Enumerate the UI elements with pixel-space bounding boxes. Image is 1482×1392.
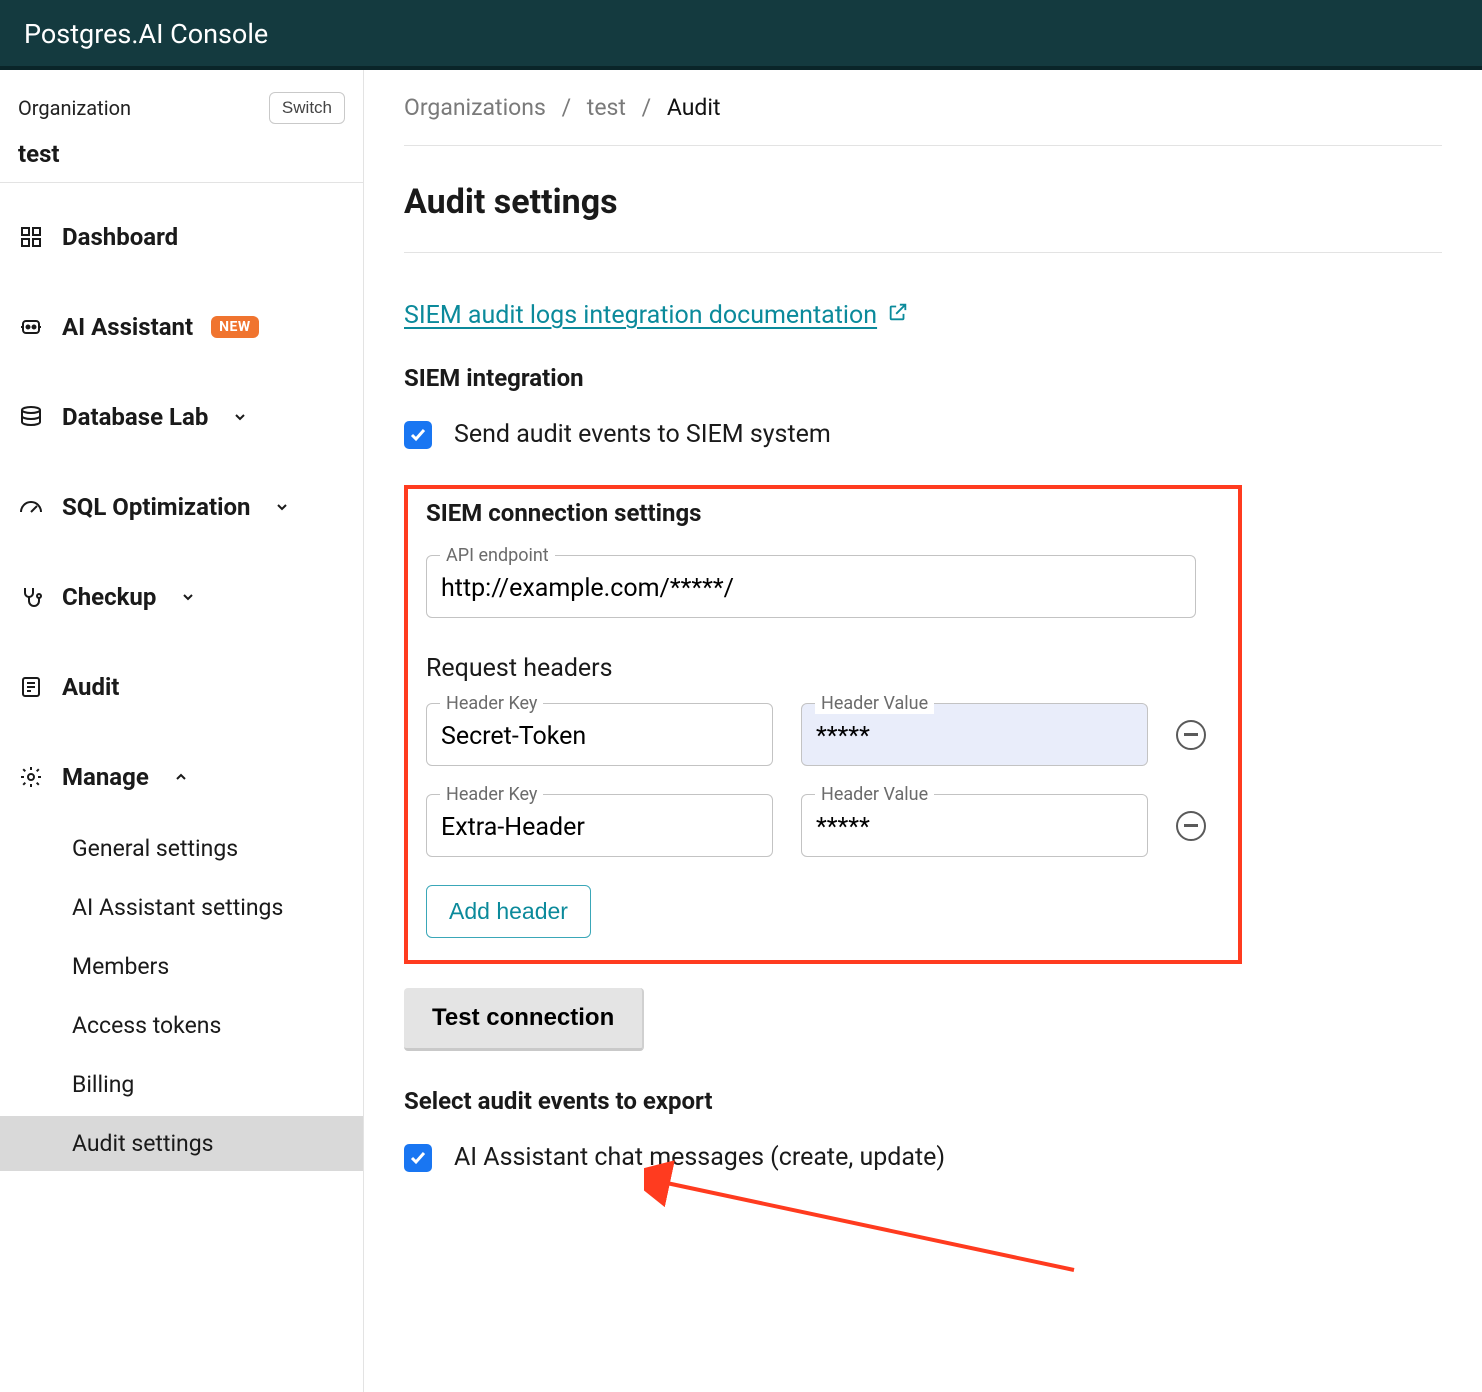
event-ai-chat-checkbox[interactable] (404, 1144, 432, 1172)
header-value-field: Header Value (801, 794, 1148, 857)
header-row-1: Header Key Header Value (426, 794, 1206, 857)
database-icon (18, 404, 44, 430)
header-value-field: Header Value (801, 703, 1148, 766)
breadcrumb-sep: / (642, 94, 652, 121)
test-connection-button[interactable]: Test connection (404, 988, 644, 1051)
breadcrumb-organizations[interactable]: Organizations (404, 94, 546, 121)
chevron-down-icon (232, 403, 248, 431)
header-row-0: Header Key Header Value (426, 703, 1206, 766)
sidebar-nav: Dashboard AI Assistant NEW Database Lab (0, 183, 363, 1175)
sidebar-item-label: Database Lab (62, 403, 208, 431)
breadcrumb-sep: / (562, 94, 572, 121)
stethoscope-icon (18, 584, 44, 610)
api-endpoint-label: API endpoint (440, 545, 555, 566)
sidebar-item-label: Audit (62, 673, 119, 701)
doc-link-text: SIEM audit logs integration documentatio… (404, 301, 877, 330)
external-link-icon (887, 301, 909, 330)
subnav-audit-settings[interactable]: Audit settings (0, 1116, 363, 1171)
chevron-up-icon (173, 763, 189, 791)
siem-connection-settings-box: SIEM connection settings API endpoint Re… (404, 485, 1242, 964)
header-key-label: Header Key (440, 693, 543, 714)
sidebar-item-database-lab[interactable]: Database Lab (0, 387, 363, 447)
breadcrumb-current: Audit (667, 94, 721, 121)
annotation-arrow-icon (644, 1160, 1094, 1280)
sidebar-item-label: AI Assistant (62, 313, 193, 341)
event-ai-chat-label: AI Assistant chat messages (create, upda… (454, 1143, 945, 1172)
breadcrumb: Organizations / test / Audit (404, 94, 1442, 146)
sidebar-item-checkup[interactable]: Checkup (0, 567, 363, 627)
send-events-row: Send audit events to SIEM system (404, 420, 1442, 449)
subnav-ai-assistant-settings[interactable]: AI Assistant settings (72, 880, 363, 935)
send-events-label: Send audit events to SIEM system (454, 420, 831, 449)
header-key-field: Header Key (426, 794, 773, 857)
header-key-label: Header Key (440, 784, 543, 805)
gear-icon (18, 764, 44, 790)
sidebar-item-audit[interactable]: Audit (0, 657, 363, 717)
chevron-down-icon (274, 493, 290, 521)
remove-header-button[interactable] (1176, 720, 1206, 750)
siem-integration-label: SIEM integration (404, 364, 1442, 392)
header-value-label: Header Value (815, 784, 934, 805)
app-header: Postgres.AI Console (0, 0, 1482, 70)
sidebar-item-ai-assistant[interactable]: AI Assistant NEW (0, 297, 363, 357)
sidebar-item-label: Checkup (62, 583, 156, 611)
subnav-general-settings[interactable]: General settings (72, 821, 363, 876)
sidebar-item-dashboard[interactable]: Dashboard (0, 207, 363, 267)
subnav-access-tokens[interactable]: Access tokens (72, 998, 363, 1053)
breadcrumb-test[interactable]: test (587, 94, 626, 121)
sidebar-item-label: Dashboard (62, 223, 178, 251)
org-block: Organization Switch test (0, 70, 363, 183)
new-badge: NEW (211, 316, 259, 338)
dashboard-icon (18, 224, 44, 250)
subnav-billing[interactable]: Billing (72, 1057, 363, 1112)
header-key-field: Header Key (426, 703, 773, 766)
subnav-members[interactable]: Members (72, 939, 363, 994)
siem-docs-link[interactable]: SIEM audit logs integration documentatio… (404, 301, 909, 330)
conn-settings-title: SIEM connection settings (426, 499, 1220, 527)
sidebar: Organization Switch test Dashboard AI As… (0, 70, 364, 1392)
audit-icon (18, 674, 44, 700)
page-title: Audit settings (404, 182, 1442, 222)
switch-org-button[interactable]: Switch (269, 92, 345, 124)
select-events-label: Select audit events to export (404, 1087, 1442, 1115)
header-value-label: Header Value (815, 693, 934, 714)
event-ai-chat-row: AI Assistant chat messages (create, upda… (404, 1143, 1442, 1172)
api-endpoint-field: API endpoint (426, 555, 1196, 618)
remove-header-button[interactable] (1176, 811, 1206, 841)
request-headers-label: Request headers (426, 654, 1220, 683)
sidebar-item-sql-optimization[interactable]: SQL Optimization (0, 477, 363, 537)
org-label: Organization (18, 96, 131, 120)
sidebar-item-manage[interactable]: Manage (0, 747, 363, 807)
main-content: Organizations / test / Audit Audit setti… (364, 70, 1482, 1392)
chevron-down-icon (180, 583, 196, 611)
add-header-button[interactable]: Add header (426, 885, 591, 938)
robot-icon (18, 314, 44, 340)
speed-icon (18, 494, 44, 520)
manage-submenu: General settings AI Assistant settings M… (0, 821, 363, 1171)
app-title: Postgres.AI Console (24, 18, 268, 50)
send-events-checkbox[interactable] (404, 421, 432, 449)
sidebar-item-label: SQL Optimization (62, 493, 250, 521)
org-name: test (18, 140, 345, 168)
sidebar-item-label: Manage (62, 763, 149, 791)
divider (404, 252, 1442, 253)
